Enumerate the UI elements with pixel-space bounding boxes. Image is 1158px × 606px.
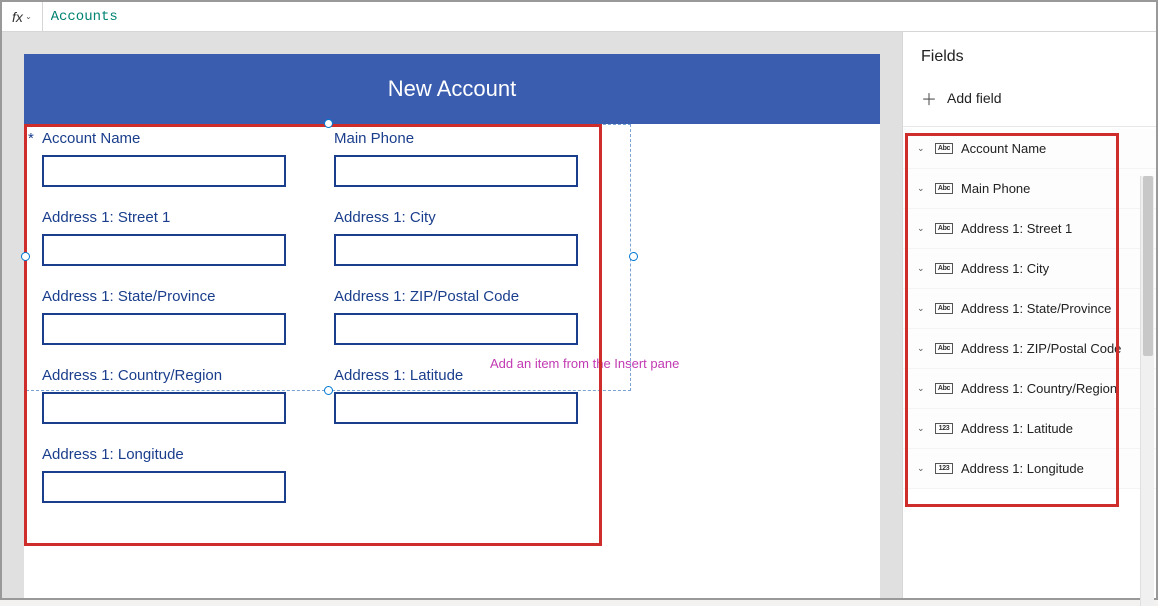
fields-panel: Fields ＋ Add field ⌄ Abc Account Name ⌄ … [902, 32, 1156, 598]
field-label: Address 1: State/Province [42, 288, 286, 305]
field-input[interactable] [42, 392, 286, 424]
formula-input[interactable] [42, 2, 1146, 31]
field-item-city[interactable]: ⌄ Abc Address 1: City [903, 249, 1156, 289]
chevron-down-icon: ⌄ [917, 143, 927, 154]
add-field-button[interactable]: ＋ Add field [903, 80, 1156, 127]
chevron-down-icon: ⌄ [917, 223, 927, 234]
insert-hint: Add an item from the Insert pane [490, 356, 679, 371]
field-label: Address 1: Country/Region [42, 367, 286, 384]
field-latitude[interactable]: Address 1: Latitude [334, 367, 578, 424]
field-main-phone[interactable]: Main Phone [334, 130, 578, 187]
field-longitude[interactable]: Address 1: Longitude [42, 446, 286, 503]
field-street1[interactable]: Address 1: Street 1 [42, 209, 286, 266]
field-item-label: Address 1: State/Province [961, 301, 1111, 316]
resize-handle-bottom[interactable] [324, 386, 333, 395]
field-item-street1[interactable]: ⌄ Abc Address 1: Street 1 [903, 209, 1156, 249]
field-item-label: Address 1: City [961, 261, 1049, 276]
type-badge-number: 123 [935, 423, 953, 434]
field-label: Address 1: Street 1 [42, 209, 286, 226]
chevron-down-icon: ⌄ [917, 383, 927, 394]
app-screen[interactable]: New Account Add an item from the Insert … [24, 54, 880, 598]
resize-handle-right[interactable] [629, 252, 638, 261]
chevron-down-icon: ⌄ [917, 263, 927, 274]
scrollbar[interactable] [1140, 176, 1154, 606]
resize-handle-left[interactable] [21, 252, 30, 261]
fields-panel-title: Fields [903, 32, 1156, 80]
field-zip[interactable]: Address 1: ZIP/Postal Code [334, 288, 578, 345]
scrollbar-thumb[interactable] [1143, 176, 1153, 356]
field-input[interactable] [42, 155, 286, 187]
field-item-account-name[interactable]: ⌄ Abc Account Name [903, 129, 1156, 169]
field-country[interactable]: Address 1: Country/Region [42, 367, 286, 424]
field-input[interactable] [334, 313, 578, 345]
field-item-label: Address 1: Latitude [961, 421, 1073, 436]
resize-handle-top[interactable] [324, 119, 333, 128]
chevron-down-icon: ⌄ [917, 303, 927, 314]
field-input[interactable] [42, 234, 286, 266]
type-badge-number: 123 [935, 463, 953, 474]
field-input[interactable] [42, 313, 286, 345]
required-star: * [28, 130, 34, 147]
type-badge-text: Abc [935, 183, 953, 194]
field-item-label: Address 1: Country/Region [961, 381, 1117, 396]
chevron-down-icon: ⌄ [25, 12, 32, 21]
field-item-zip[interactable]: ⌄ Abc Address 1: ZIP/Postal Code [903, 329, 1156, 369]
type-badge-text: Abc [935, 223, 953, 234]
field-item-label: Account Name [961, 141, 1046, 156]
field-city[interactable]: Address 1: City [334, 209, 578, 266]
field-label: Account Name [42, 130, 286, 147]
main-area: New Account Add an item from the Insert … [2, 32, 1156, 598]
field-account-name[interactable]: * Account Name [42, 130, 286, 187]
field-label: Main Phone [334, 130, 578, 147]
type-badge-text: Abc [935, 303, 953, 314]
formula-bar: fx ⌄ [2, 2, 1156, 32]
plus-icon: ＋ [921, 86, 937, 110]
chevron-down-icon: ⌄ [917, 183, 927, 194]
field-label: Address 1: City [334, 209, 578, 226]
form-container[interactable]: Add an item from the Insert pane * Accou… [24, 124, 880, 531]
field-label: Address 1: Longitude [42, 446, 286, 463]
title-bar: New Account [24, 54, 880, 124]
fx-text: fx [12, 9, 23, 25]
form-grid: * Account Name Main Phone Address 1: Str… [24, 124, 880, 531]
field-item-main-phone[interactable]: ⌄ Abc Main Phone [903, 169, 1156, 209]
type-badge-text: Abc [935, 343, 953, 354]
field-item-label: Main Phone [961, 181, 1030, 196]
field-item-label: Address 1: Longitude [961, 461, 1084, 476]
type-badge-text: Abc [935, 383, 953, 394]
add-field-label: Add field [947, 90, 1001, 106]
field-item-label: Address 1: ZIP/Postal Code [961, 341, 1121, 356]
field-item-longitude[interactable]: ⌄ 123 Address 1: Longitude [903, 449, 1156, 489]
field-list: ⌄ Abc Account Name ⌄ Abc Main Phone ⌄ Ab… [903, 127, 1156, 491]
field-item-label: Address 1: Street 1 [961, 221, 1072, 236]
canvas-area: New Account Add an item from the Insert … [2, 32, 902, 598]
field-input[interactable] [42, 471, 286, 503]
field-input[interactable] [334, 392, 578, 424]
fx-label[interactable]: fx ⌄ [12, 9, 32, 25]
field-item-state[interactable]: ⌄ Abc Address 1: State/Province [903, 289, 1156, 329]
chevron-down-icon: ⌄ [917, 343, 927, 354]
field-item-country[interactable]: ⌄ Abc Address 1: Country/Region [903, 369, 1156, 409]
field-item-latitude[interactable]: ⌄ 123 Address 1: Latitude [903, 409, 1156, 449]
field-input[interactable] [334, 234, 578, 266]
field-input[interactable] [334, 155, 578, 187]
field-state[interactable]: Address 1: State/Province [42, 288, 286, 345]
chevron-down-icon: ⌄ [917, 423, 927, 434]
field-label: Address 1: ZIP/Postal Code [334, 288, 578, 305]
chevron-down-icon: ⌄ [917, 463, 927, 474]
type-badge-text: Abc [935, 143, 953, 154]
type-badge-text: Abc [935, 263, 953, 274]
